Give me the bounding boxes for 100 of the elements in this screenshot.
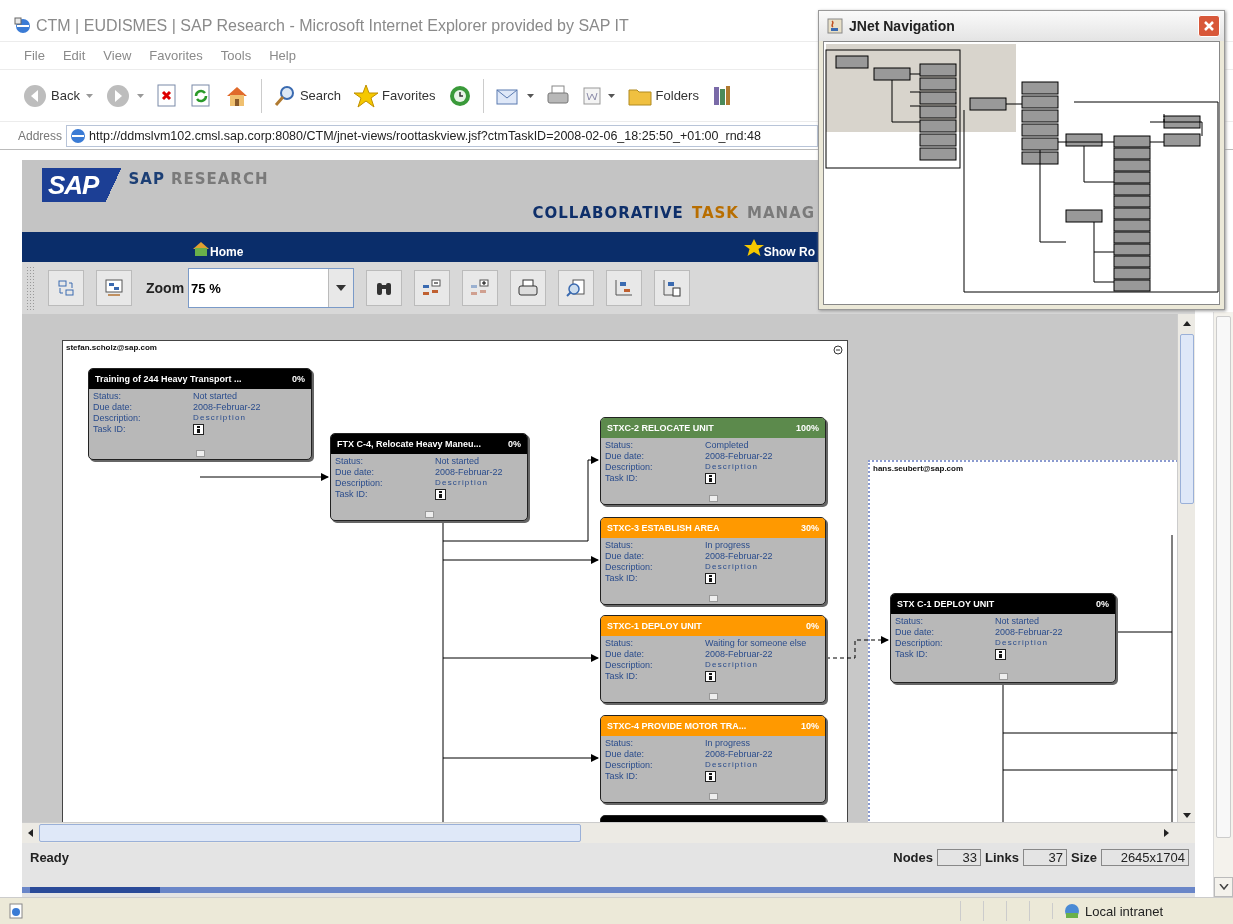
description-link[interactable]: Description (705, 462, 821, 472)
field-label: Status: (335, 456, 364, 466)
info-icon[interactable] (705, 473, 716, 484)
caret-icon (526, 93, 534, 98)
collapse-handle[interactable] (708, 693, 718, 700)
close-icon (1203, 20, 1215, 32)
menu-item[interactable]: View (103, 48, 132, 63)
field-value: Not started (435, 456, 481, 466)
info-icon[interactable] (705, 573, 716, 584)
address-label: Address (18, 128, 63, 143)
task-node[interactable]: STXC-1 DEPLOY UNIT 0% Status: Waiting for someone else Due date: 2008-Februar-22 Description: Description Task ID: (600, 615, 826, 703)
description-link[interactable]: Description (705, 760, 821, 770)
back-button[interactable]: Back (18, 80, 97, 111)
scroll-down-icon[interactable] (1182, 813, 1191, 818)
field-label: Status: (605, 440, 634, 450)
task-node[interactable]: FTX C-4, Relocate Heavy Maneu... 0% Status: Not started Due date: 2008-Februar-22 Description: Description Task ID: (330, 433, 528, 521)
star-icon (743, 239, 764, 257)
caret-icon (607, 93, 615, 98)
collapse-handle[interactable] (708, 495, 718, 502)
collapse-handle[interactable] (708, 793, 718, 800)
task-node[interactable]: STXC-3 ESTABLISH AREA 30% Status: In progress Due date: 2008-Februar-22 Description: Description Task ID: (600, 517, 826, 605)
page-scrollbar[interactable] (1213, 312, 1233, 897)
overview-button[interactable] (96, 270, 132, 306)
collapse-handle[interactable] (998, 673, 1008, 680)
swap-button[interactable] (48, 270, 84, 306)
zoom-combobox[interactable]: 75 % (188, 268, 355, 308)
favorites-button[interactable]: Favorites (349, 81, 440, 110)
close-button[interactable] (1198, 15, 1220, 37)
description-link[interactable]: Description (705, 562, 821, 572)
field-value: In progress (705, 540, 752, 550)
lane-owner: stefan.scholz@sap.com (66, 343, 157, 352)
task-node[interactable]: STX C-1 DEPLOY UNIT 0% Status: Not started Due date: 2008-Februar-22 Description: Description Task ID: (890, 593, 1116, 683)
menu-item[interactable]: Edit (62, 48, 86, 63)
brand-subtitle: RESEARCH (170, 170, 269, 190)
app-title-word: TASK (691, 204, 739, 222)
info-icon[interactable] (705, 771, 716, 782)
links-label: Links (985, 849, 1019, 865)
nav-link[interactable]: Show Ro (743, 239, 815, 259)
print-preview-button[interactable] (558, 270, 595, 306)
connector-line (825, 636, 889, 659)
task-node[interactable]: STXC-4 PROVIDE MOTOR TRA... 10% Status: In progress Due date: 2008-Februar-22 Description: Description Task ID: (600, 715, 826, 803)
node-title: Training of 244 Heavy Transport ... (95, 374, 242, 384)
menu-item[interactable]: Favorites (149, 48, 203, 63)
tree-layout-icon (662, 279, 683, 297)
menu-item[interactable]: Help (269, 48, 296, 63)
find-button[interactable] (366, 270, 403, 306)
address-field[interactable]: http://ddmslvm102.cmsl.sap.corp:8080/CTM/jnet-views/roottaskview.jsf?ctmTaskID=2008-02-06_18:25:50_+01:00_rnd:48 (66, 124, 819, 147)
print-button[interactable] (510, 270, 547, 306)
layout-button[interactable] (654, 270, 691, 306)
nav-link[interactable]: Home (192, 241, 244, 259)
field-label: Status: (895, 616, 924, 626)
refresh-icon (189, 83, 212, 108)
field-label: Status: (93, 391, 122, 401)
info-icon[interactable] (995, 649, 1006, 660)
back-icon (22, 82, 48, 109)
search-button[interactable]: Search (268, 81, 346, 110)
field-value: 2008-Februar-22 (705, 749, 774, 759)
collapse-handle[interactable] (424, 511, 434, 518)
menu-item[interactable]: File (24, 48, 45, 63)
field-label: Task ID: (605, 671, 639, 682)
task-node[interactable]: Training of 244 Heavy Transport ... 0% Status: Not started Due date: 2008-Februar-22 Description: Description Task ID: (88, 368, 312, 460)
field-value: 2008-Februar-22 (705, 551, 774, 561)
description-link[interactable]: Description (705, 660, 821, 670)
scroll-up-icon[interactable] (1182, 321, 1191, 326)
vertical-scrollbar[interactable] (1177, 314, 1195, 822)
field-label: Task ID: (895, 649, 929, 660)
node-percent: 0% (1096, 599, 1109, 609)
collapse-handle[interactable] (708, 595, 718, 602)
folders-button[interactable]: Folders (622, 82, 703, 109)
dropdown-arrow-icon (336, 285, 347, 291)
info-icon[interactable] (435, 489, 446, 500)
info-icon[interactable] (705, 671, 716, 682)
scroll-down-icon[interactable] (1218, 884, 1229, 890)
field-label: Description: (895, 638, 944, 648)
description-link[interactable]: Description (193, 413, 307, 423)
field-label: Due date: (605, 749, 646, 759)
scroll-right-icon[interactable] (1164, 829, 1169, 837)
nodes-count: 33 (937, 848, 981, 866)
field-label: Description: (605, 660, 654, 670)
menu-item[interactable]: Tools (220, 48, 252, 63)
layout-button[interactable] (606, 270, 643, 306)
window-title: CTM | EUDISMES | SAP Research - Microsoft Internet Explorer provided by SAP IT (36, 17, 629, 35)
task-node[interactable]: STXC-2 RELOCATE UNIT 100% Status: Completed Due date: 2008-Februar-22 Description: Description Task ID: (600, 417, 826, 505)
zoom-icon[interactable] (833, 345, 843, 355)
info-icon[interactable] (193, 424, 204, 435)
scroll-left-icon[interactable] (28, 829, 33, 837)
collapse-handle[interactable] (195, 450, 205, 457)
field-value: Completed (705, 440, 750, 450)
field-label: Status: (605, 540, 634, 550)
stop-icon (155, 83, 178, 108)
description-link[interactable]: Description (995, 638, 1111, 648)
field-label: Description: (335, 478, 384, 488)
horizontal-scrollbar[interactable] (22, 822, 1195, 843)
tree-layout-icon (614, 279, 635, 297)
node-title: FTX C-4, Relocate Heavy Maneu... (337, 439, 482, 449)
collapse-button[interactable] (414, 270, 451, 306)
expand-button[interactable] (462, 270, 499, 306)
home-icon (192, 241, 210, 257)
description-link[interactable]: Description (435, 478, 523, 488)
field-label: Task ID: (605, 473, 639, 484)
